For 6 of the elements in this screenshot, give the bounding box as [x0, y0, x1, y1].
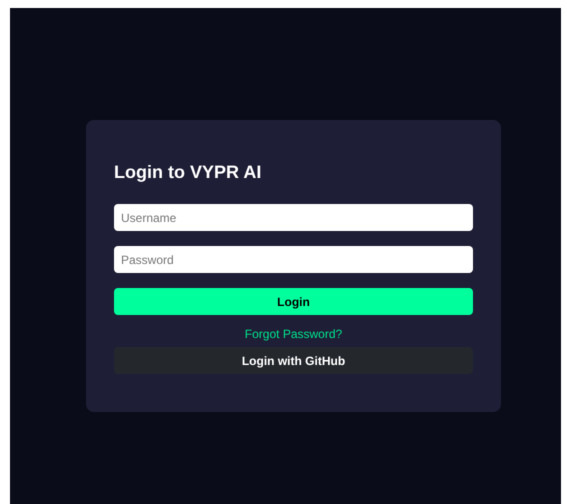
github-login-button[interactable]: Login with GitHub: [114, 347, 473, 374]
username-field[interactable]: Username: [114, 204, 473, 231]
login-title: Login to VYPR AI: [114, 161, 262, 184]
forgot-password-link[interactable]: Forgot Password?: [244, 327, 342, 341]
login-button[interactable]: Login: [114, 288, 473, 315]
password-field[interactable]: Password: [114, 246, 473, 273]
